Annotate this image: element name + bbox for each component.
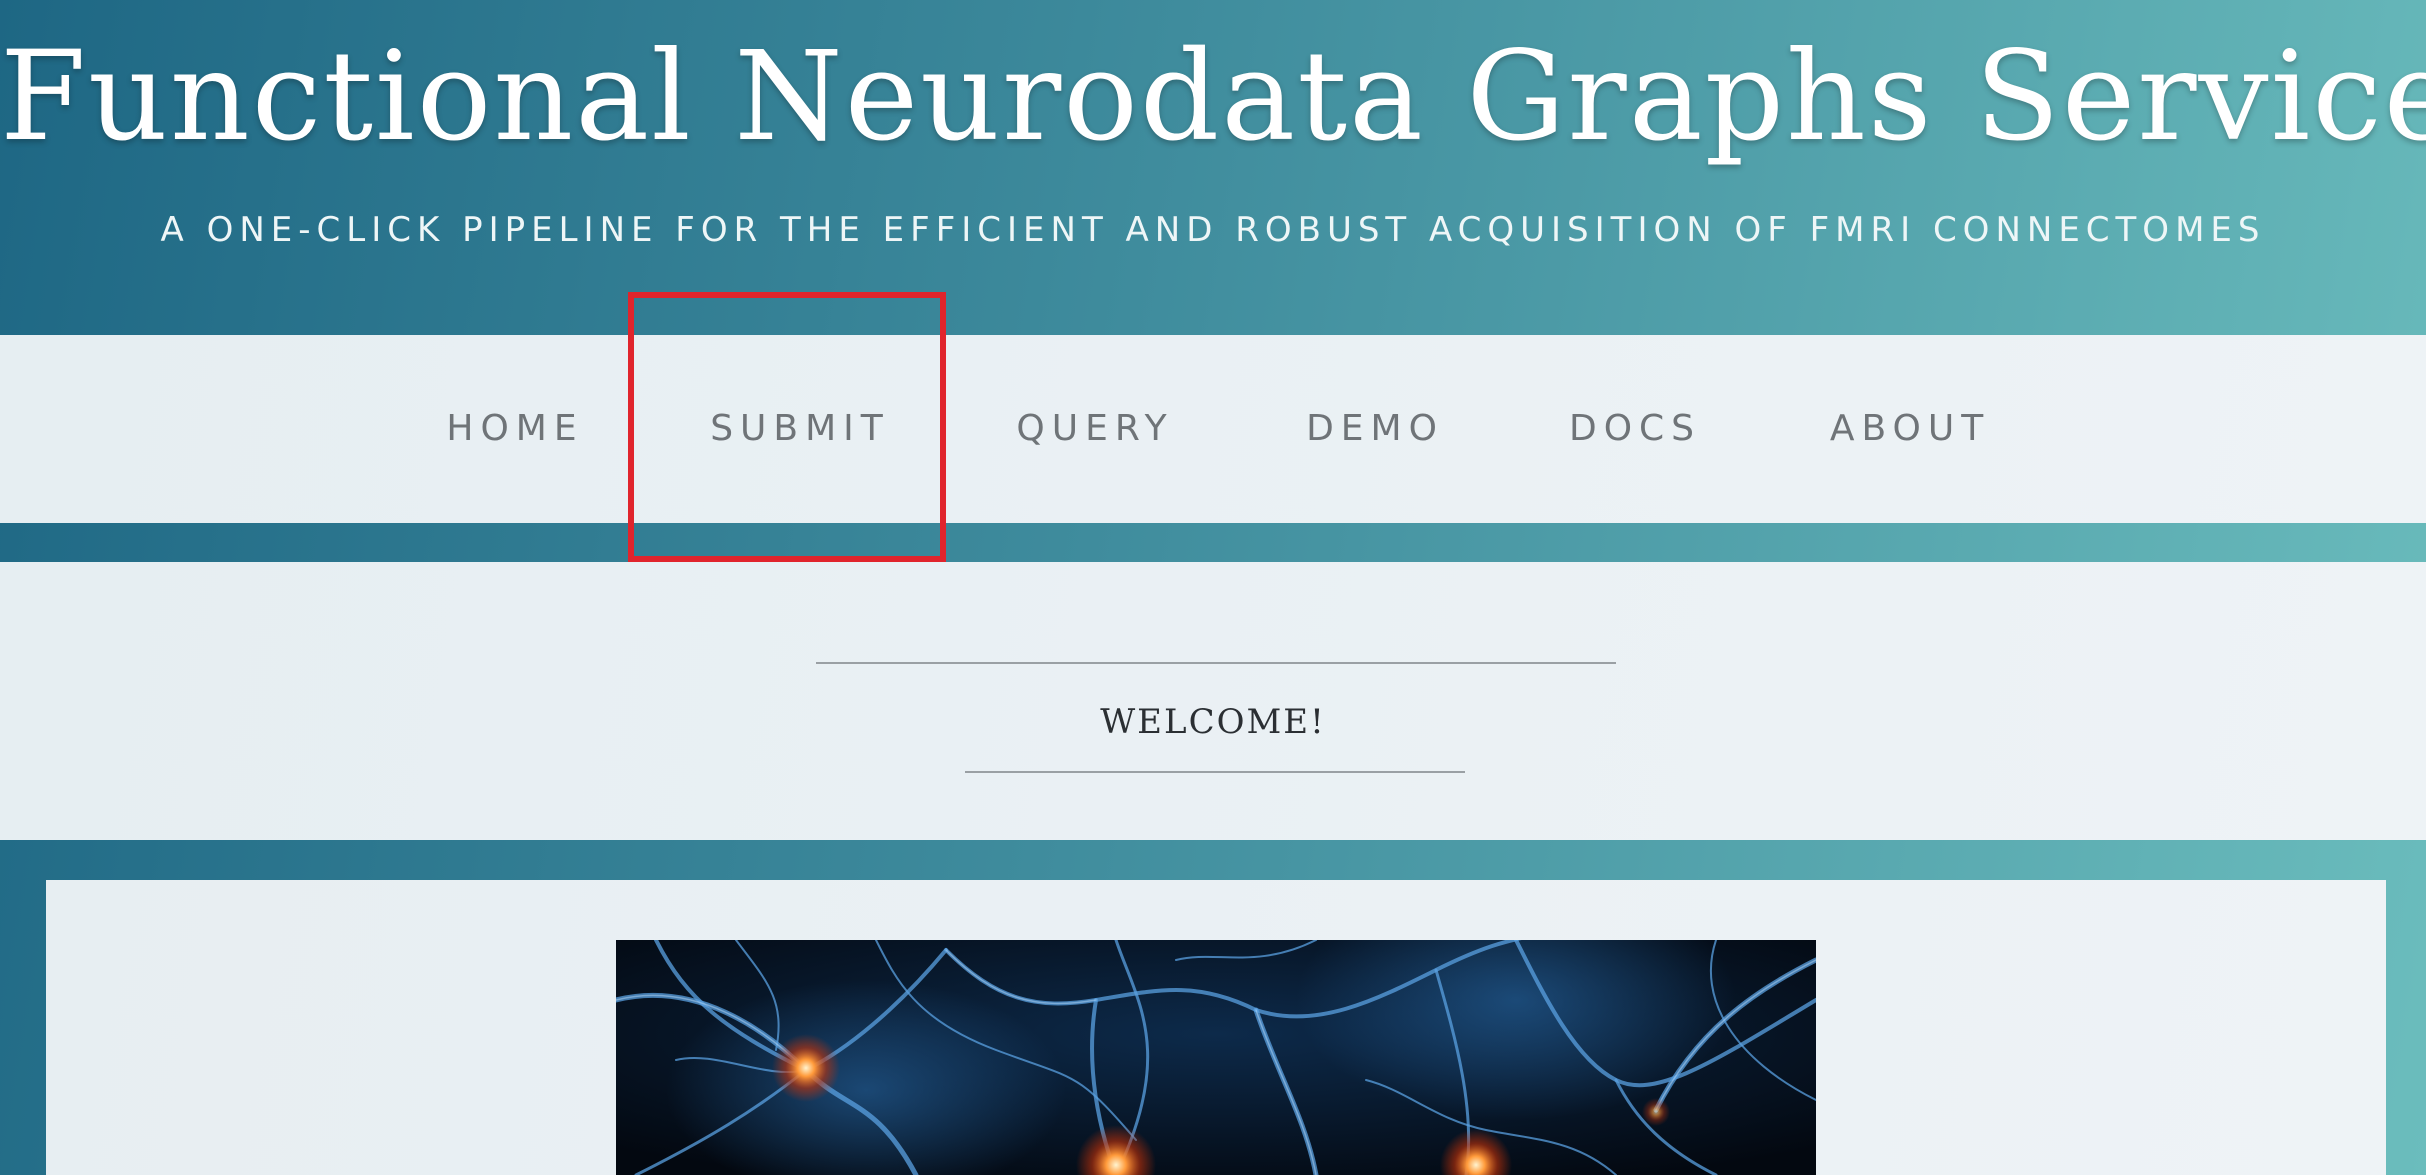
welcome-section: WELCOME! (0, 562, 2426, 840)
nav-query-link[interactable]: QUERY (1010, 335, 1180, 523)
page: Functional Neurodata Graphs Service A ON… (0, 0, 2426, 1175)
nav-about-link[interactable]: ABOUT (1820, 335, 2000, 523)
site-title: Functional Neurodata Graphs Service (0, 25, 2426, 169)
site-header: Functional Neurodata Graphs Service A ON… (0, 0, 2426, 335)
welcome-divider-top (816, 662, 1616, 664)
welcome-heading: WELCOME! (1100, 702, 1326, 742)
nav-home-link[interactable]: HOME (430, 335, 600, 523)
content-panel (46, 880, 2386, 1175)
nav-submit-link[interactable]: SUBMIT (705, 335, 895, 523)
nav-demo-link[interactable]: DEMO (1300, 335, 1450, 523)
neuron-network-image (616, 940, 1816, 1175)
main-nav: HOME SUBMIT QUERY DEMO DOCS ABOUT (0, 335, 2426, 523)
site-subtitle: A ONE-CLICK PIPELINE FOR THE EFFICIENT A… (160, 210, 2266, 250)
nav-docs-link[interactable]: DOCS (1565, 335, 1705, 523)
welcome-divider-bottom (965, 771, 1465, 773)
